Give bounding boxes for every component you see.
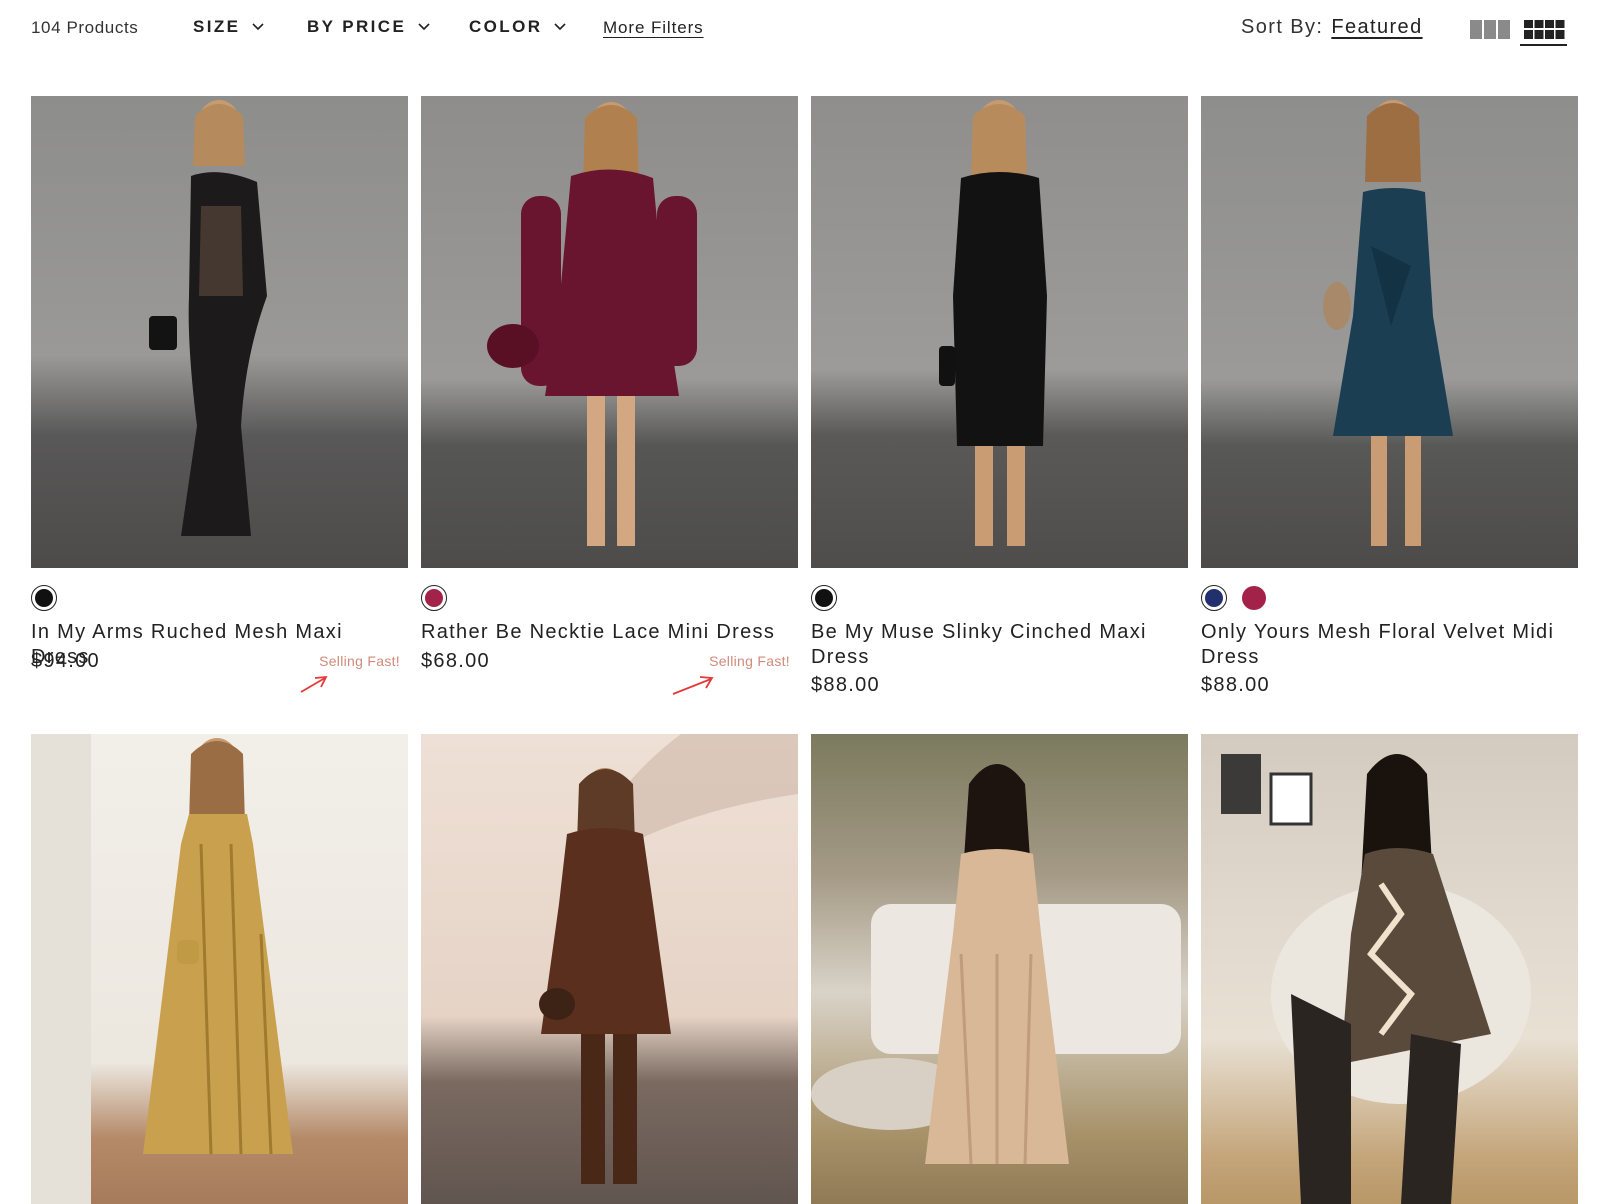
- product-price: $88.00: [1201, 674, 1270, 696]
- size-filter-dropdown[interactable]: SIZE: [193, 17, 264, 37]
- product-card[interactable]: [811, 734, 1188, 1204]
- sort-label: Sort By:: [1241, 16, 1324, 38]
- product-image[interactable]: [31, 96, 408, 568]
- model-figure: [31, 734, 293, 1204]
- more-filters-link[interactable]: More Filters: [603, 18, 704, 38]
- product-image[interactable]: [31, 734, 408, 1204]
- product-image[interactable]: [1201, 734, 1578, 1204]
- product-info: Be My Muse Slinky Cinched Maxi Dress $88…: [811, 568, 1188, 734]
- product-card[interactable]: Only Yours Mesh Floral Velvet Midi Dress…: [1201, 96, 1578, 734]
- product-price: $94.00: [31, 650, 100, 672]
- product-card[interactable]: [31, 734, 408, 1204]
- color-swatches: [1201, 585, 1267, 611]
- color-swatch[interactable]: [811, 585, 837, 611]
- price-filter-dropdown[interactable]: BY PRICE: [307, 17, 430, 37]
- sort-control: Sort By: Featured: [1241, 16, 1423, 39]
- size-filter-label: SIZE: [193, 17, 241, 36]
- product-card[interactable]: Rather Be Necktie Lace Mini Dress $68.00…: [421, 96, 798, 734]
- color-swatch[interactable]: [421, 585, 447, 611]
- color-swatches: [811, 585, 837, 611]
- color-swatches: [31, 585, 57, 611]
- product-name[interactable]: Rather Be Necktie Lace Mini Dress: [421, 620, 791, 645]
- color-filter-dropdown[interactable]: COLOR: [469, 17, 566, 37]
- active-view-indicator: [1520, 44, 1567, 46]
- product-grid: In My Arms Ruched Mesh Maxi Dress $94.00…: [31, 96, 1578, 1204]
- color-swatch[interactable]: [31, 585, 57, 611]
- color-filter-label: COLOR: [469, 17, 543, 36]
- chevron-down-icon: [554, 23, 566, 31]
- price-filter-label: BY PRICE: [307, 17, 407, 36]
- product-info: Only Yours Mesh Floral Velvet Midi Dress…: [1201, 568, 1578, 734]
- selling-fast-badge: Selling Fast!: [319, 653, 400, 669]
- product-info: In My Arms Ruched Mesh Maxi Dress $94.00…: [31, 568, 408, 734]
- model-figure: [539, 734, 798, 1184]
- product-name[interactable]: Only Yours Mesh Floral Velvet Midi Dress: [1201, 620, 1571, 670]
- product-card[interactable]: [1201, 734, 1578, 1204]
- product-name[interactable]: Be My Muse Slinky Cinched Maxi Dress: [811, 620, 1181, 670]
- model-figure: [1221, 754, 1531, 1204]
- product-price: $68.00: [421, 650, 490, 672]
- product-image[interactable]: [421, 96, 798, 568]
- product-image[interactable]: [811, 96, 1188, 568]
- grid-3-icon[interactable]: [1470, 20, 1510, 39]
- model-figure: [811, 764, 1181, 1165]
- color-swatch[interactable]: [1201, 585, 1227, 611]
- grid-4-icon[interactable]: [1524, 20, 1565, 39]
- color-swatches: [421, 585, 447, 611]
- arrow-icon: [672, 676, 714, 695]
- sort-select[interactable]: Featured: [1331, 16, 1422, 39]
- model-figure: [939, 100, 1047, 546]
- product-price: $88.00: [811, 674, 880, 696]
- selling-fast-badge: Selling Fast!: [709, 653, 790, 669]
- arrow-icon: [300, 675, 328, 693]
- chevron-down-icon: [252, 23, 264, 31]
- product-card[interactable]: In My Arms Ruched Mesh Maxi Dress $94.00…: [31, 96, 408, 734]
- product-info: Rather Be Necktie Lace Mini Dress $68.00…: [421, 568, 798, 734]
- product-image[interactable]: [421, 734, 798, 1204]
- chevron-down-icon: [418, 23, 430, 31]
- product-count: 104 Products: [31, 18, 139, 37]
- product-card[interactable]: [421, 734, 798, 1204]
- filter-bar: 104 Products SIZE BY PRICE COLOR More Fi…: [0, 0, 1600, 60]
- product-image[interactable]: [811, 734, 1188, 1204]
- model-figure: [1323, 100, 1453, 546]
- product-image[interactable]: [1201, 96, 1578, 568]
- color-swatch[interactable]: [1241, 585, 1267, 611]
- product-card[interactable]: Be My Muse Slinky Cinched Maxi Dress $88…: [811, 96, 1188, 734]
- model-figure: [149, 100, 267, 536]
- model-figure: [487, 102, 697, 546]
